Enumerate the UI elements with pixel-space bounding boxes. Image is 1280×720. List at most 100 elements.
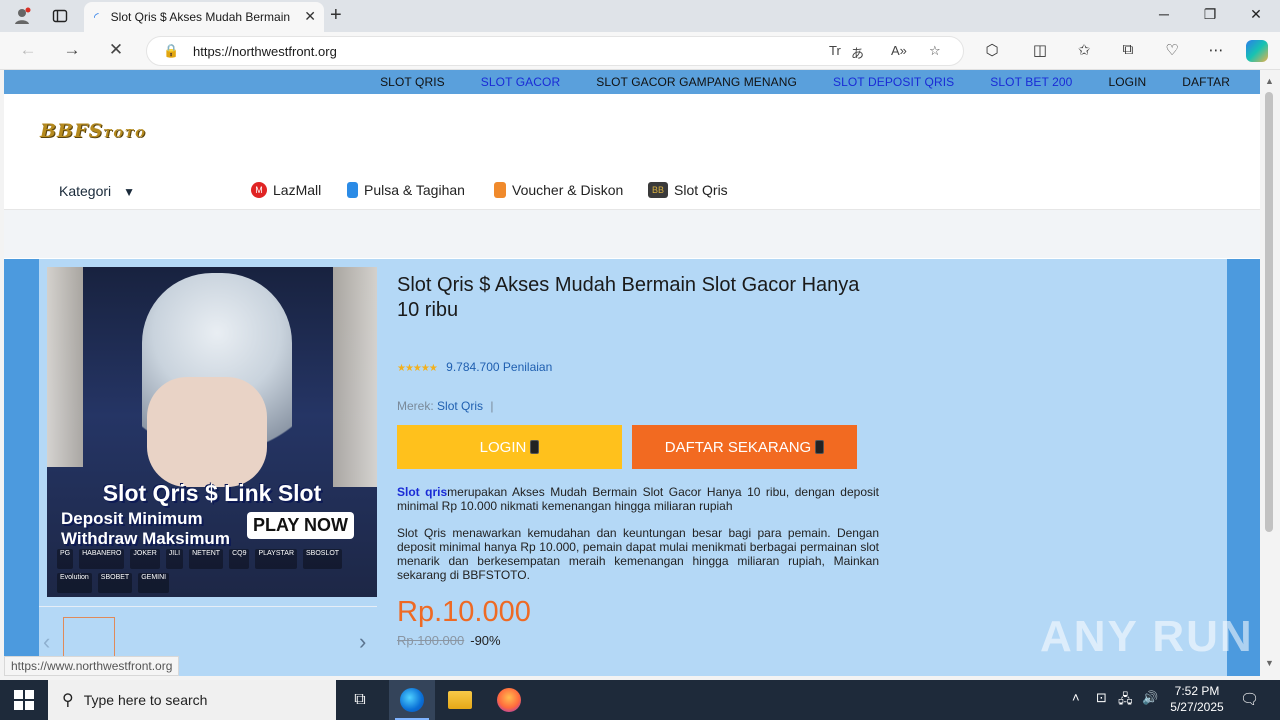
login-button-label: LOGIN <box>479 438 527 456</box>
browser-essentials-icon[interactable]: ♡ <box>1158 41 1186 59</box>
provider-logo: SBOSLOT <box>303 549 343 569</box>
lock-icon[interactable]: 🔒 <box>163 43 179 59</box>
logo-sub: TOTO <box>103 127 147 140</box>
login-button[interactable]: LOGIN <box>397 425 622 469</box>
discount-badge: -90% <box>470 633 501 648</box>
stop-icon[interactable]: ✕ <box>102 40 130 60</box>
thumb-next-icon[interactable]: › <box>359 629 366 655</box>
scroll-down-icon[interactable]: ▼ <box>1265 658 1274 668</box>
image-caption-sub: Deposit Minimum Withdraw Maksimum <box>61 509 230 549</box>
firefox-icon[interactable] <box>497 688 521 712</box>
file-explorer-icon[interactable] <box>448 691 472 709</box>
windows-taskbar: ⚲ Type here to search ⧉ ˄ ⊡ 🖧 🔊 7:52 PM … <box>0 680 1280 720</box>
top-nav: SLOT QRIS SLOT GACOR SLOT GACOR GAMPANG … <box>4 70 1260 94</box>
image-caption-deposit: Deposit Minimum <box>61 509 203 528</box>
menu-item-slot-qris[interactable]: BB Slot Qris <box>648 182 728 198</box>
taskbar-search[interactable]: ⚲ Type here to search <box>48 680 336 720</box>
taskbar-clock[interactable]: 7:52 PM 5/27/2025 <box>1162 683 1232 715</box>
read-aloud-icon[interactable]: A» <box>891 43 907 58</box>
network-icon[interactable]: 🖧 <box>1118 690 1133 712</box>
menu-item-voucher-diskon[interactable]: Voucher & Diskon <box>494 182 623 198</box>
notifications-icon[interactable]: 🗨 <box>1240 690 1259 708</box>
favorites-icon[interactable]: ✩ <box>1070 41 1098 59</box>
provider-logo: JILI <box>165 549 184 569</box>
close-tab-icon[interactable]: ✕ <box>304 8 316 25</box>
browser-tab-active[interactable]: ◜ Slot Qris $ Akses Mudah Bermain Slot G… <box>84 2 324 32</box>
tray-device-icon[interactable]: ⊡ <box>1096 690 1107 706</box>
product-title: Slot Qris $ Akses Mudah Bermain Slot Gac… <box>397 274 860 321</box>
web-page: SLOT QRIS SLOT GACOR SLOT GACOR GAMPANG … <box>4 70 1260 676</box>
provider-logos: PG HABANERO JOKER JILI NETENT CQ9 PLAYST… <box>57 549 367 593</box>
more-menu-icon[interactable]: ⋯ <box>1202 41 1230 59</box>
menu-label-slot-qris: Slot Qris <box>674 182 728 198</box>
page-scrollbar[interactable]: ▲ ▼ <box>1260 70 1280 676</box>
tray-chevron-icon[interactable]: ˄ <box>1072 690 1080 705</box>
image-divider <box>39 606 377 607</box>
nav-slot-deposit-qris[interactable]: SLOT DEPOSIT QRIS <box>833 75 954 89</box>
profile-icon[interactable] <box>10 4 34 28</box>
volume-icon[interactable]: 🔊 <box>1142 690 1158 706</box>
address-toolbar: ← → ✕ 🔒 https://northwestfront.org Tr あ … <box>0 32 1280 70</box>
extensions-icon[interactable]: ⬡ <box>978 41 1006 59</box>
scrollbar-thumb[interactable] <box>1265 92 1273 532</box>
image-caption-title: Slot Qris $ Link Slot <box>102 480 322 506</box>
nav-slot-gacor[interactable]: SLOT GACOR <box>481 75 560 89</box>
nav-login[interactable]: LOGIN <box>1108 75 1146 89</box>
translate-icon[interactable]: あ <box>851 43 864 62</box>
browser-tab-bar: ◜ Slot Qris $ Akses Mudah Bermain Slot G… <box>0 0 1280 32</box>
edge-icon[interactable] <box>400 688 424 712</box>
kategori-dropdown[interactable]: Kategori ▼ <box>59 183 135 199</box>
kategori-label: Kategori <box>59 183 112 199</box>
search-icon: ⚲ <box>62 692 74 709</box>
old-price-row: Rp.100.000 -90% <box>397 633 501 648</box>
bb-logo-icon: BB <box>648 182 668 198</box>
image-caption-withdraw: Withdraw Maksimum <box>61 529 230 548</box>
rating[interactable]: ★★★★★ 9.784.700 Penilaian <box>397 360 552 374</box>
restore-icon[interactable]: ❐ <box>1190 6 1230 23</box>
menu-item-pulsa-tagihan[interactable]: Pulsa & Tagihan <box>347 182 465 198</box>
back-arrow-icon[interactable]: ← <box>14 40 42 60</box>
minimize-icon[interactable]: ─ <box>1144 6 1184 22</box>
scroll-up-icon[interactable]: ▲ <box>1265 76 1274 86</box>
collections-icon[interactable]: ⧉ <box>1114 41 1142 58</box>
daftar-button[interactable]: DAFTAR SEKARANG <box>632 425 857 469</box>
address-bar[interactable]: 🔒 https://northwestfront.org Tr あ A» ☆ <box>146 36 964 66</box>
product-description-2: Slot Qris menawarkan kemudahan dan keunt… <box>397 526 879 582</box>
favorite-star-icon[interactable]: ☆ <box>929 43 941 59</box>
windows-start-icon[interactable] <box>14 690 34 710</box>
split-screen-icon[interactable]: ◫ <box>1026 41 1054 59</box>
desc-keyword[interactable]: Slot qris <box>397 485 447 499</box>
brand-label: Merek: <box>397 399 434 413</box>
menu-label-pulsa-tagihan: Pulsa & Tagihan <box>364 182 465 198</box>
daftar-button-label: DAFTAR SEKARANG <box>664 438 812 456</box>
curtain-right <box>333 267 377 487</box>
phone-bill-icon <box>347 182 358 198</box>
site-logo[interactable]: BBFSTOTO <box>40 120 147 142</box>
url-text[interactable]: https://northwestfront.org <box>193 44 337 59</box>
old-price: Rp.100.000 <box>397 633 465 648</box>
nav-daftar[interactable]: DAFTAR <box>1182 75 1230 89</box>
brand-link[interactable]: Slot Qris <box>437 399 483 413</box>
desc-1-text: merupakan Akses Mudah Bermain Slot Gacor… <box>397 485 879 513</box>
thumb-prev-icon[interactable]: ‹ <box>43 629 50 655</box>
product-image[interactable]: Slot Qris $ Link Slot Deposit Minimum Wi… <box>47 267 377 597</box>
nav-slot-gacor-gampang-menang[interactable]: SLOT GACOR GAMPANG MENANG <box>596 75 797 89</box>
tab-title: Slot Qris $ Akses Mudah Bermain Slot Gac… <box>110 10 291 24</box>
provider-logo: NETENT <box>189 549 224 569</box>
copilot-icon[interactable] <box>1246 40 1268 62</box>
nav-slot-qris[interactable]: SLOT QRIS <box>380 75 445 89</box>
provider-logo: JOKER <box>130 549 160 569</box>
menu-item-lazmall[interactable]: M LazMall <box>251 182 321 198</box>
new-tab-icon[interactable]: + <box>330 4 342 27</box>
product-description-1: Slot qrismerupakan Akses Mudah Bermain S… <box>397 485 879 513</box>
translate-text-icon[interactable]: Tr <box>829 43 841 58</box>
tab-loading-icon: ◜ <box>94 10 99 24</box>
nav-slot-bet-200[interactable]: SLOT BET 200 <box>990 75 1072 89</box>
provider-logo: CQ9 <box>229 549 250 569</box>
task-view-icon[interactable]: ⧉ <box>348 688 372 712</box>
clock-date: 5/27/2025 <box>1170 700 1224 714</box>
tab-actions-icon[interactable] <box>48 4 72 28</box>
forward-arrow-icon[interactable]: → <box>58 40 86 60</box>
site-header: BBFSTOTO Kategori ▼ M LazMall Pulsa & Tag… <box>4 94 1260 210</box>
close-window-icon[interactable]: ✕ <box>1236 6 1276 23</box>
